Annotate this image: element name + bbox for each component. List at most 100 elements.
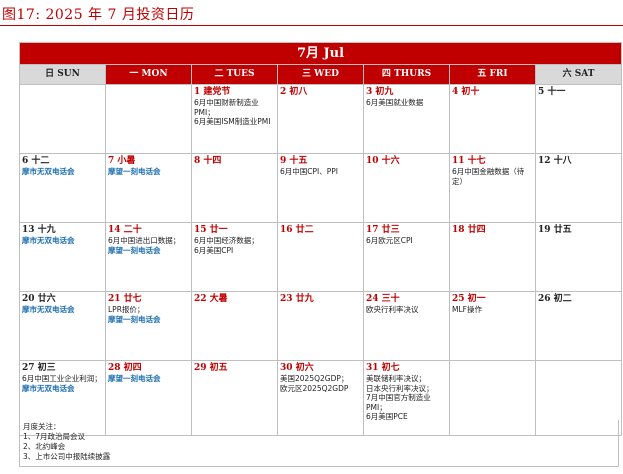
day-number: 3 初九 (366, 87, 394, 97)
calendar-event: 6月中国财新制造业PMI； (194, 98, 259, 117)
weekday-header: 一 MON (105, 64, 192, 85)
day-cell: 2 初八 (277, 84, 364, 154)
day-cell: 13 十九 摩市无双电话会 (19, 222, 106, 292)
calendar-event: 日本央行利率决议； (366, 383, 434, 393)
day-number: 18 廿四 (452, 225, 486, 235)
calendar-event: 欧央行利率决议 (366, 305, 419, 314)
calendar-event: MLF操作 (452, 305, 482, 314)
title-divider (0, 25, 623, 26)
weekday-header: 五 FRI (449, 64, 536, 85)
day-cell: 20 廿六 摩市无双电话会 (19, 291, 106, 361)
conference-call-event: 摩望一刻电话会 (108, 167, 161, 176)
day-number: 16 廿二 (280, 225, 314, 235)
day-cell: 26 初二 (535, 291, 622, 361)
weekday-header: 三 WED (277, 64, 364, 85)
day-number: 9 十五 (280, 156, 308, 166)
day-number: 29 初五 (194, 363, 228, 373)
calendar-event: LPR报价； (108, 305, 145, 314)
day-cell: 19 廿五 (535, 222, 622, 292)
conference-call-event: 摩望一刻电话会 (108, 314, 161, 324)
day-number: 7 小暑 (108, 156, 136, 166)
day-number: 1 建党节 (194, 87, 231, 97)
day-number: 30 初六 (280, 363, 314, 373)
day-number: 19 廿五 (538, 225, 572, 235)
conference-call-event: 摩望一刻电话会 (108, 245, 161, 255)
day-cell: 16 廿二 (277, 222, 364, 292)
calendar-event: 6月中国工业企业利润； (22, 374, 102, 383)
day-cell: 21 廿七 LPR报价； 摩望一刻电话会 (105, 291, 192, 361)
conference-call-event: 摩市无双电话会 (22, 236, 75, 245)
day-number: 21 廿七 (108, 294, 142, 304)
conference-call-event: 摩市无双电话会 (22, 167, 75, 176)
calendar-table: 7月 Jul 日 SUN 一 MON 二 TUES 三 WED 四 THURS 五 FRI… (19, 42, 622, 436)
month-header: 7月 Jul (19, 42, 622, 65)
figure-title: 图17: 2025 年 7 月投资日历 (2, 7, 195, 23)
day-cell: 23 廿九 (277, 291, 364, 361)
day-cell: 7 小暑 摩望一刻电话会 (105, 153, 192, 223)
day-number: 22 大暑 (194, 294, 228, 304)
day-number: 28 初四 (108, 363, 142, 373)
calendar-event: 6月欧元区CPI (366, 236, 413, 245)
weekday-header: 二 TUES (191, 64, 278, 85)
day-cell: 15 廿一 6月中国经济数据； 6月美国CPI (191, 222, 278, 292)
weekday-header: 日 SUN (19, 64, 106, 85)
conference-call-event: 摩望一刻电话会 (108, 374, 161, 383)
calendar-event: 美国2025Q2GDP； (280, 374, 349, 383)
day-cell: 12 十八 (535, 153, 622, 223)
weekday-header: 四 THURS (363, 64, 450, 85)
day-cell: 4 初十 (449, 84, 536, 154)
day-number: 23 廿九 (280, 294, 314, 304)
calendar-event: 6月中国CPI、PPI (280, 167, 339, 176)
calendar-event: 欧元区2025Q2GDP (280, 383, 349, 393)
day-cell: 10 十六 (363, 153, 450, 223)
day-number: 27 初三 (22, 363, 56, 373)
conference-call-event: 摩市无双电话会 (22, 305, 75, 314)
day-number: 31 初七 (366, 363, 400, 373)
day-number: 24 三十 (366, 294, 400, 304)
day-number: 17 廿三 (366, 225, 400, 235)
calendar-event: 7月中国官方制造业PMI； (366, 393, 431, 412)
week-row: 6 十二 摩市无双电话会 7 小暑 摩望一刻电话会 8 十四 9 十五 6月中国CPI、PP… (19, 153, 622, 223)
notes-item: 1、7月政治局会议 (23, 432, 86, 441)
day-number: 5 十一 (538, 87, 566, 97)
calendar-event: 6月美国ISM制造业PMI (194, 117, 271, 126)
day-number: 11 十七 (452, 156, 486, 166)
day-number: 15 廿一 (194, 225, 228, 235)
day-cell: 3 初九 6月美国就业数据 (363, 84, 450, 154)
week-row: 20 廿六 摩市无双电话会 21 廿七 LPR报价； 摩望一刻电话会 22 大暑 23 廿九… (19, 291, 622, 361)
day-cell: 8 十四 (191, 153, 278, 223)
calendar-event: 6月中国经济数据； (194, 236, 259, 245)
day-cell: 22 大暑 (191, 291, 278, 361)
notes-item: 3、上市公司中报陆续披露 (23, 452, 111, 461)
day-number: 8 十四 (194, 156, 222, 166)
day-number: 12 十八 (538, 156, 572, 166)
week-row: 1 建党节 6月中国财新制造业PMI； 6月美国ISM制造业PMI 2 初八 3 初九 6… (19, 84, 622, 154)
notes-item: 2、北约峰会 (23, 442, 66, 451)
day-number: 20 廿六 (22, 294, 56, 304)
day-number: 13 十九 (22, 225, 56, 235)
day-number: 4 初十 (452, 87, 480, 97)
day-cell: 18 廿四 (449, 222, 536, 292)
day-cell: 17 廿三 6月欧元区CPI (363, 222, 450, 292)
day-number: 6 十二 (22, 156, 50, 166)
calendar-event: 美联储利率决议； (366, 374, 426, 383)
day-number: 2 初八 (280, 87, 308, 97)
day-cell (19, 84, 106, 154)
conference-call-event: 摩市无双电话会 (22, 383, 75, 393)
weekday-header: 六 SAT (535, 64, 622, 85)
day-number: 14 二十 (108, 225, 142, 235)
day-cell: 14 二十 6月中国进出口数据； 摩望一刻电话会 (105, 222, 192, 292)
day-cell (105, 84, 192, 154)
day-cell: 5 十一 (535, 84, 622, 154)
calendar-event: 6月中国金融数据（待定） (452, 167, 525, 186)
monthly-notes: 月度关注： 1、7月政治局会议 2、北约峰会 3、上市公司中报陆续披露 (19, 420, 619, 467)
day-cell: 1 建党节 6月中国财新制造业PMI； 6月美国ISM制造业PMI (191, 84, 278, 154)
day-number: 26 初二 (538, 294, 572, 304)
day-cell: 6 十二 摩市无双电话会 (19, 153, 106, 223)
day-number: 25 初一 (452, 294, 486, 304)
calendar-event: 6月美国CPI (194, 245, 234, 255)
day-cell: 24 三十 欧央行利率决议 (363, 291, 450, 361)
day-cell: 11 十七 6月中国金融数据（待定） (449, 153, 536, 223)
calendar-event: 6月中国进出口数据； (108, 236, 181, 245)
notes-title: 月度关注： (23, 422, 61, 431)
